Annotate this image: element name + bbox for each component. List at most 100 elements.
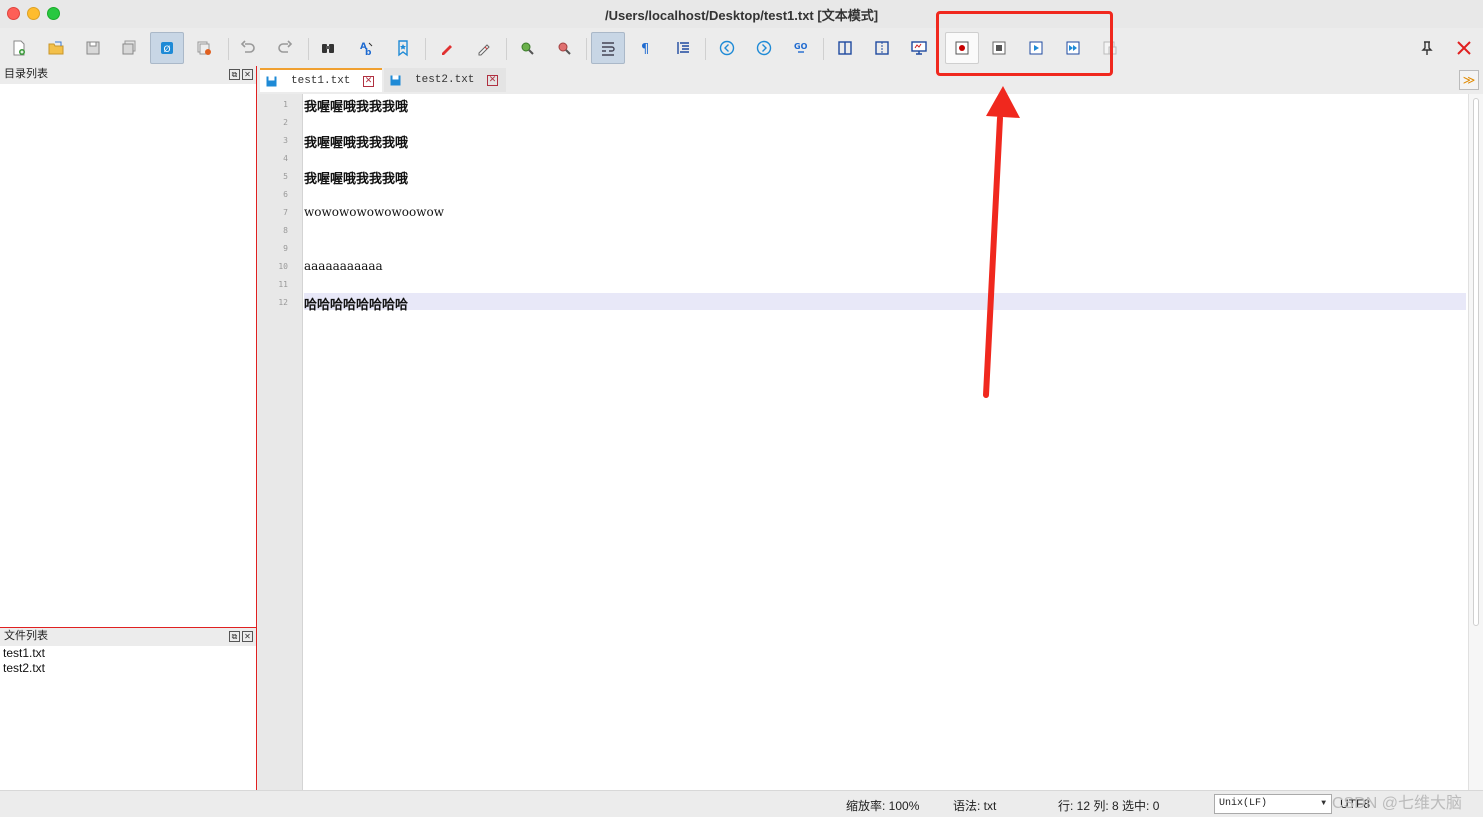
title-bar: /Users/localhost/Desktop/test1.txt [文本模式… [0,0,1483,28]
tab-bar: test1.txt ✕ test2.txt ✕ ≫ [258,66,1483,94]
mark-button[interactable] [430,32,464,64]
chevron-down-icon: ▼ [1321,799,1326,808]
zoom-in-button[interactable] [510,32,544,64]
goto-icon: GO [794,42,808,53]
save-button[interactable] [76,32,110,64]
pilcrow-icon: ¶ [641,42,649,57]
file-list-item[interactable]: test1.txt [0,646,256,661]
clear-mark-button[interactable] [467,32,501,64]
tab-close-icon[interactable]: ✕ [363,75,374,87]
line-number: 10 [278,262,288,271]
save-icon [86,41,100,55]
app-window: /Users/localhost/Desktop/test1.txt [文本模式… [0,0,1483,817]
panel-close-icon[interactable]: ✕ [242,631,253,642]
bookmark-button[interactable] [386,32,420,64]
editor-line: 哈哈哈哈哈哈哈哈 [304,298,409,313]
svg-text:GO: GO [794,42,808,51]
bookmark-icon [398,40,408,57]
save-all-button[interactable] [112,32,146,64]
split-view-button[interactable] [865,32,899,64]
indent-guide-button[interactable] [666,32,700,64]
find-button[interactable] [311,32,345,64]
scrollbar-thumb[interactable] [1473,98,1479,626]
zoom-status: 缩放率: 100% [846,799,920,813]
open-file-button[interactable] [39,32,73,64]
close-all-button[interactable] [187,32,221,64]
toolbar-separator [705,38,706,60]
line-number: 1 [283,100,288,109]
current-line-highlight [304,293,1466,310]
cursor-position-status: 行: 12 列: 8 选中: 0 [1058,799,1160,813]
file-icon [266,76,277,86]
toolbar-separator [308,38,309,60]
zoom-out-button[interactable] [547,32,581,64]
svg-text:Ø: Ø [163,44,170,55]
file-panel-title: 文件列表 [4,630,48,642]
panel-close-icon[interactable]: ✕ [242,69,253,80]
editor-line: aaaaaaaaaaa [304,259,383,273]
read-only-button[interactable]: Ø [150,32,184,64]
vertical-scrollbar[interactable] [1468,94,1483,790]
replace-icon: Ab [360,42,373,57]
tab-label: test2.txt [415,74,475,86]
tab-list-chevron-icon[interactable]: ≫ [1459,70,1479,90]
editor-line: 我喔喔哦我我我哦 [304,136,409,151]
line-number: 5 [283,172,288,181]
undo-button[interactable] [231,32,265,64]
monitor-button[interactable] [902,32,936,64]
line-number: 2 [283,118,288,127]
column-edit-button[interactable] [828,32,862,64]
line-number: 12 [278,298,288,307]
word-wrap-button[interactable] [591,32,625,64]
panel-float-icon[interactable]: ⧉ [229,631,240,642]
tab-test1[interactable]: test1.txt ✕ [260,68,382,92]
line-number: 9 [283,244,288,253]
line-ending-select[interactable]: Unix(LF) ▼ [1214,794,1332,814]
line-ending-value: Unix(LF) [1219,798,1268,809]
toolbar-separator [823,38,824,60]
toolbar-separator [425,38,426,60]
close-button[interactable] [1447,32,1481,64]
prev-position-button[interactable] [710,32,744,64]
new-file-button[interactable] [2,32,36,64]
line-number: 3 [283,136,288,145]
lock-icon: Ø [161,42,173,55]
save-all-icon [122,40,136,55]
replace-button[interactable]: Ab [349,32,383,64]
toolbar-separator [228,38,229,60]
panel-header: 目录列表 ⧉ ✕ [0,66,256,84]
file-icon [390,75,401,85]
directory-panel-title: 目录列表 [4,68,48,80]
redo-icon [278,40,293,53]
zoom-out-icon [558,42,571,55]
wrap-icon [602,42,615,56]
redo-button[interactable] [268,32,302,64]
svg-text:¶: ¶ [641,42,649,57]
pin-icon [1421,41,1433,55]
close-icon [1457,41,1471,55]
tab-test2[interactable]: test2.txt ✕ [384,68,506,92]
line-number: 11 [278,280,288,289]
directory-panel: 目录列表 ⧉ ✕ [0,66,257,627]
show-symbols-button[interactable]: ¶ [628,32,662,64]
svg-text:b: b [365,48,372,57]
goto-line-button[interactable]: GO [784,32,818,64]
status-bar: 缩放率: 100% 语法: txt 行: 12 列: 8 选中: 0 Unix(… [0,790,1483,817]
window-title: /Users/localhost/Desktop/test1.txt [文本模式… [604,8,879,23]
tab-close-icon[interactable]: ✕ [487,74,498,86]
file-list-item[interactable]: test2.txt [0,661,256,676]
line-number: 4 [283,154,288,163]
file-list-panel: 文件列表 ⧉ ✕ test1.txt test2.txt [0,627,257,790]
watermark: CSDN @七维大脑 [1332,795,1463,812]
monitor-icon [911,41,927,55]
panel-float-icon[interactable]: ⧉ [229,69,240,80]
toolbar: Ø Ab ¶ GO [0,28,1483,66]
panel-header: 文件列表 ⧉ ✕ [0,628,256,646]
split-icon [875,41,889,55]
syntax-status: 语法: txt [953,799,997,813]
next-position-button[interactable] [747,32,781,64]
text-editor[interactable]: 1 2 3 4 5 6 7 8 9 10 11 12 我喔喔哦我我我哦 我喔喔哦… [258,94,1483,790]
pin-button[interactable] [1410,32,1444,64]
editor-line: 我喔喔哦我我我哦 [304,172,409,187]
annotation-highlight-box [936,11,1113,76]
